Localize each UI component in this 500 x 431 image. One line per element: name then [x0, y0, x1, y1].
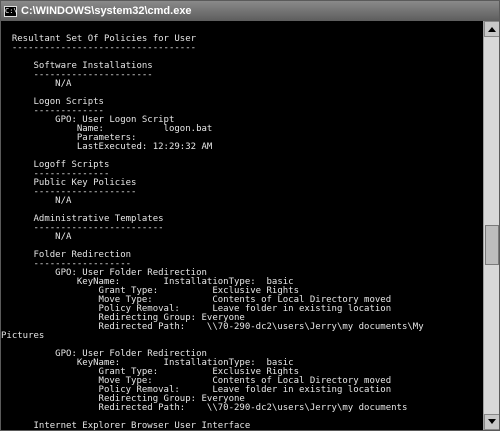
cmd-window: C:\ C:\WINDOWS\system32\cmd.exe Resultan… [0, 0, 500, 431]
scroll-down-arrow-icon[interactable] [484, 414, 499, 430]
console-line: N/A [1, 232, 72, 242]
console-line: N/A [1, 196, 72, 206]
window-title: C:\WINDOWS\system32\cmd.exe [21, 5, 192, 17]
console-line: N/A [1, 79, 72, 89]
scroll-thumb[interactable] [485, 225, 499, 265]
vertical-scrollbar[interactable] [483, 21, 499, 430]
console-line: Pictures [1, 331, 45, 341]
console-output[interactable]: Resultant Set Of Policies for User -----… [1, 21, 483, 431]
console-line: LastExecuted: 12:29:32 AM [1, 142, 213, 152]
console-line: ---------------------------------- [1, 43, 197, 53]
console-app-icon[interactable]: C:\ [4, 5, 18, 17]
console-line: Internet Explorer Browser User Interface [1, 421, 251, 431]
title-bar[interactable]: C:\ C:\WINDOWS\system32\cmd.exe [1, 1, 499, 21]
console-line: Redirected Path: \\70-290-dc2\users\Jerr… [1, 322, 424, 332]
console-line: Redirected Path: \\70-290-dc2\users\Jerr… [1, 403, 408, 413]
scroll-up-arrow-icon[interactable] [484, 21, 499, 37]
